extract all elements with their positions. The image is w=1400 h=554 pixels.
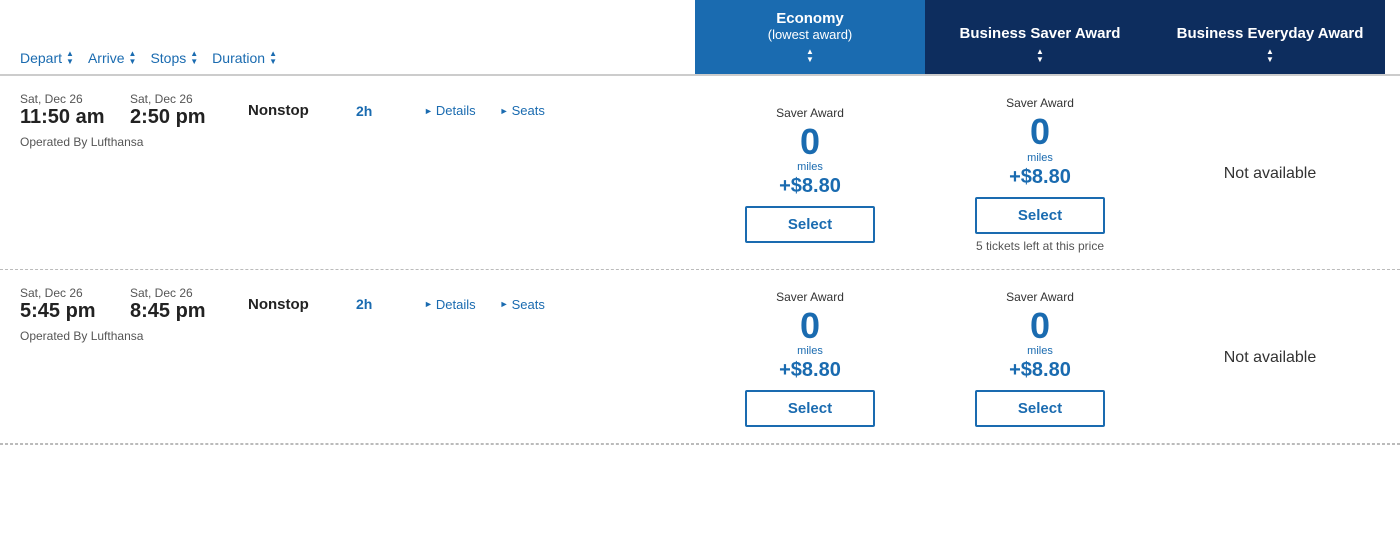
arrive-block: Sat, Dec 26 2:50 pm xyxy=(130,92,240,129)
arrive-block: Sat, Dec 26 8:45 pm xyxy=(130,286,240,323)
business-saver-miles-value: 0 xyxy=(1030,112,1050,152)
stops-value: Nonstop xyxy=(240,296,340,313)
details-link[interactable]: ► Details xyxy=(424,103,476,118)
depart-date: Sat, Dec 26 xyxy=(20,92,130,106)
economy-miles-value: 0 xyxy=(800,122,820,162)
depart-time: 11:50 am xyxy=(20,106,130,129)
duration-sort-header[interactable]: Duration ▲▼ xyxy=(212,50,291,66)
depart-block: Sat, Dec 26 5:45 pm xyxy=(20,286,130,323)
seats-triangle-icon: ► xyxy=(500,106,509,116)
details-triangle-icon: ► xyxy=(424,106,433,116)
flight-main-info: Sat, Dec 26 5:45 pm Sat, Dec 26 8:45 pm … xyxy=(20,286,695,323)
flight-row: Sat, Dec 26 11:50 am Sat, Dec 26 2:50 pm… xyxy=(0,76,1400,270)
economy-award-cell: Saver Award 0 miles +$8.80 Select xyxy=(695,286,925,432)
business-saver-label: Business Saver Award xyxy=(960,25,1121,42)
business-saver-label-cell: Saver Award xyxy=(1006,290,1074,304)
flight-results-table: Depart ▲▼ Arrive ▲▼ Stops ▲▼ Duration ▲▼… xyxy=(0,0,1400,445)
economy-label-line1: Economy xyxy=(776,10,844,27)
flight-main-info: Sat, Dec 26 11:50 am Sat, Dec 26 2:50 pm… xyxy=(20,92,695,129)
operator-label: Operated By Lufthansa xyxy=(20,135,695,149)
business-saver-miles-value: 0 xyxy=(1030,306,1050,346)
business-everyday-label: Business Everyday Award xyxy=(1177,25,1364,42)
details-link[interactable]: ► Details xyxy=(424,297,476,312)
stops-label: Stops xyxy=(150,50,186,66)
economy-saver-label: Saver Award xyxy=(776,106,844,120)
business-saver-award-cell: Saver Award 0 miles +$8.80 Select 5 tick… xyxy=(925,92,1155,257)
flight-info-header: Depart ▲▼ Arrive ▲▼ Stops ▲▼ Duration ▲▼ xyxy=(0,0,695,74)
business-everyday-not-available: Not available xyxy=(1155,92,1385,257)
operator-label: Operated By Lufthansa xyxy=(20,329,695,343)
depart-sort-icon: ▲▼ xyxy=(66,50,74,66)
economy-fee: +$8.80 xyxy=(779,175,841,198)
stops-value: Nonstop xyxy=(240,102,340,119)
stops-sort-header[interactable]: Stops ▲▼ xyxy=(150,50,212,66)
depart-sort-header[interactable]: Depart ▲▼ xyxy=(0,50,88,66)
table-bottom-border xyxy=(0,444,1400,445)
flight-links: ► Details ► Seats xyxy=(400,103,545,118)
flight-row: Sat, Dec 26 5:45 pm Sat, Dec 26 8:45 pm … xyxy=(0,270,1400,445)
economy-select-button[interactable]: Select xyxy=(745,390,875,427)
economy-award-cell: Saver Award 0 miles +$8.80 Select xyxy=(695,92,925,257)
economy-select-button[interactable]: Select xyxy=(745,206,875,243)
stops-sort-icon: ▲▼ xyxy=(190,50,198,66)
flight-info-cell: Sat, Dec 26 11:50 am Sat, Dec 26 2:50 pm… xyxy=(0,92,695,257)
business-saver-fee: +$8.80 xyxy=(1009,166,1071,189)
business-saver-select-button[interactable]: Select xyxy=(975,197,1105,234)
business-everyday-not-available: Not available xyxy=(1155,286,1385,432)
economy-label-line2: (lowest award) xyxy=(768,27,853,42)
arrive-date: Sat, Dec 26 xyxy=(130,92,240,106)
business-saver-award-header[interactable]: Business Saver Award ▲▼ xyxy=(925,0,1155,74)
table-header: Depart ▲▼ Arrive ▲▼ Stops ▲▼ Duration ▲▼… xyxy=(0,0,1400,76)
arrive-time: 2:50 pm xyxy=(130,106,240,129)
economy-award-header[interactable]: Economy (lowest award) ▲▼ xyxy=(695,0,925,74)
economy-saver-label: Saver Award xyxy=(776,290,844,304)
economy-sort-icon: ▲▼ xyxy=(806,48,814,64)
economy-fee: +$8.80 xyxy=(779,359,841,382)
arrive-date: Sat, Dec 26 xyxy=(130,286,240,300)
depart-label: Depart xyxy=(20,50,62,66)
arrive-label: Arrive xyxy=(88,50,125,66)
seats-link[interactable]: ► Seats xyxy=(500,297,545,312)
tickets-left-label: 5 tickets left at this price xyxy=(976,239,1104,253)
economy-miles-unit: miles xyxy=(797,161,823,173)
duration-sort-icon: ▲▼ xyxy=(269,50,277,66)
seats-triangle-icon: ► xyxy=(500,299,509,309)
business-saver-miles-unit: miles xyxy=(1027,152,1053,164)
depart-block: Sat, Dec 26 11:50 am xyxy=(20,92,130,129)
depart-time: 5:45 pm xyxy=(20,300,130,323)
seats-link[interactable]: ► Seats xyxy=(500,103,545,118)
depart-date: Sat, Dec 26 xyxy=(20,286,130,300)
arrive-sort-header[interactable]: Arrive ▲▼ xyxy=(88,50,150,66)
duration-value: 2h xyxy=(340,296,400,312)
business-saver-fee: +$8.80 xyxy=(1009,359,1071,382)
flight-info-cell: Sat, Dec 26 5:45 pm Sat, Dec 26 8:45 pm … xyxy=(0,286,695,432)
flight-links: ► Details ► Seats xyxy=(400,297,545,312)
business-saver-select-button[interactable]: Select xyxy=(975,390,1105,427)
duration-value: 2h xyxy=(340,103,400,119)
economy-miles-value: 0 xyxy=(800,306,820,346)
business-everyday-sort-icon: ▲▼ xyxy=(1266,48,1274,64)
arrive-time: 8:45 pm xyxy=(130,300,240,323)
business-saver-sort-icon: ▲▼ xyxy=(1036,48,1044,64)
details-triangle-icon: ► xyxy=(424,299,433,309)
business-saver-miles-unit: miles xyxy=(1027,345,1053,357)
duration-label: Duration xyxy=(212,50,265,66)
arrive-sort-icon: ▲▼ xyxy=(129,50,137,66)
business-everyday-award-header[interactable]: Business Everyday Award ▲▼ xyxy=(1155,0,1385,74)
business-saver-label-cell: Saver Award xyxy=(1006,96,1074,110)
business-saver-award-cell: Saver Award 0 miles +$8.80 Select xyxy=(925,286,1155,432)
economy-miles-unit: miles xyxy=(797,345,823,357)
